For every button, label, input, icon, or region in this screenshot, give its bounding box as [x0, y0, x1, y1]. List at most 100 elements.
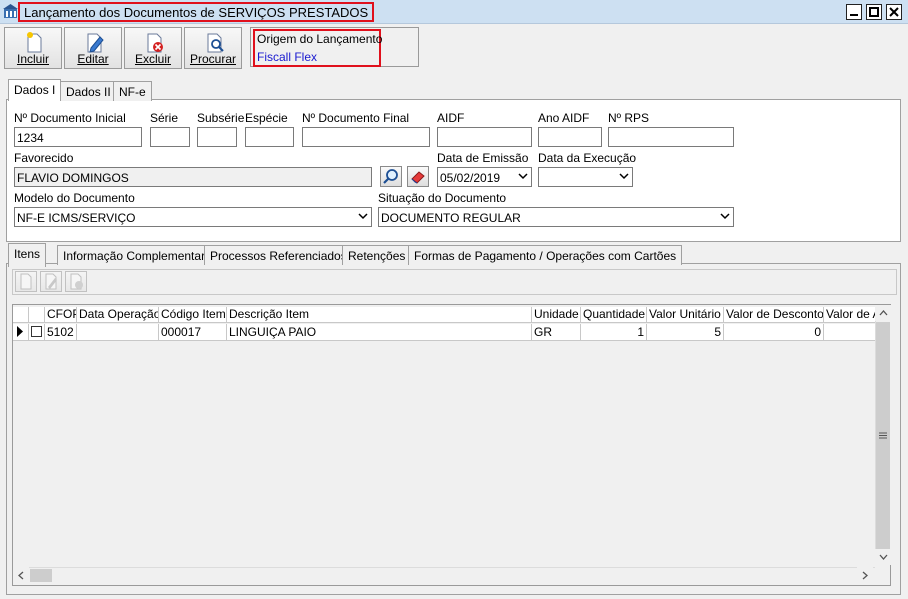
serie-label: Série [150, 111, 179, 125]
table-cell-valor-desconto[interactable]: 0 [724, 324, 824, 341]
dropdown-arrow-icon [358, 213, 368, 220]
aidf-input[interactable] [437, 127, 532, 147]
col-quantidade[interactable]: Quantidade [581, 307, 647, 323]
ano-aidf-input[interactable] [538, 127, 602, 147]
tab-informacao-complementar[interactable]: Informação Complementar [57, 245, 212, 265]
edit-document-icon [87, 33, 104, 53]
eraser-icon [411, 171, 425, 184]
doc-final-label: Nº Documento Final [302, 111, 410, 125]
col-data-operacao[interactable]: Data Operação [77, 307, 159, 323]
vertical-scroll-thumb[interactable] [876, 322, 890, 549]
scroll-down-icon [879, 554, 887, 560]
ano-aidf-label: Ano AIDF [538, 111, 590, 125]
serie-input[interactable] [150, 127, 190, 147]
row-checkbox[interactable] [31, 326, 42, 337]
dropdown-arrow-icon [518, 173, 528, 180]
grid-check-header [29, 307, 45, 323]
tab-dados-i[interactable]: Dados I [8, 79, 62, 101]
situacao-value: DOCUMENTO REGULAR [381, 211, 521, 225]
grid-toolbar [12, 269, 897, 295]
grid-delete-button[interactable] [65, 271, 87, 292]
horizontal-scroll-thumb[interactable] [30, 569, 52, 582]
row-checkbox-cell [29, 324, 45, 341]
data-emissao-label: Data de Emissão [437, 151, 529, 165]
doc-inicial-input[interactable]: 1234 [14, 127, 142, 147]
favorecido-clear-button[interactable] [407, 166, 429, 187]
incluir-label: Incluir [16, 52, 49, 66]
table-cell-data-operacao[interactable] [77, 324, 159, 341]
modelo-select[interactable]: NF-E ICMS/SERVIÇO [14, 207, 372, 227]
especie-label: Espécie [245, 111, 288, 125]
procurar-button[interactable]: Procurar [184, 27, 242, 69]
table-cell-valor-unitario[interactable]: 5 [647, 324, 724, 341]
table-cell-codigo[interactable]: 000017 [159, 324, 227, 341]
scroll-down-button[interactable] [875, 549, 891, 565]
row-indicator [13, 324, 29, 341]
col-valor-a[interactable]: Valor de A [824, 307, 875, 323]
scroll-right-button[interactable] [857, 567, 873, 583]
excluir-button[interactable]: Excluir [124, 27, 182, 69]
procurar-label: Procurar [189, 52, 236, 66]
subserie-label: Subsérie [197, 111, 245, 125]
tab-retencoes[interactable]: Retenções [342, 245, 412, 265]
editar-label: Editar [77, 52, 109, 66]
favorecido-search-button[interactable] [380, 166, 402, 187]
col-cfop[interactable]: CFOP [45, 307, 77, 323]
modelo-label: Modelo do Documento [14, 191, 135, 205]
especie-input[interactable] [245, 127, 294, 147]
minimize-button[interactable] [846, 4, 862, 20]
maximize-button[interactable] [866, 4, 882, 20]
delete-document-icon [70, 273, 83, 290]
data-execucao-label: Data da Execução [538, 151, 637, 165]
scroll-up-button[interactable] [875, 305, 891, 321]
col-unidade[interactable]: Unidade [532, 307, 581, 323]
origem-label: Origem do Lançamento [257, 32, 383, 46]
scroll-right-icon [862, 571, 868, 579]
incluir-button[interactable]: Incluir [4, 27, 62, 69]
table-cell-unidade[interactable]: GR [532, 324, 581, 341]
table-cell-quantidade[interactable]: 1 [581, 324, 647, 341]
rps-input[interactable] [608, 127, 734, 147]
origem-value: Fiscall Flex [257, 50, 318, 64]
table-cell-cfop[interactable]: 5102 [45, 324, 77, 341]
new-document-icon [20, 273, 32, 290]
horizontal-scrollbar[interactable] [13, 567, 875, 584]
editar-button[interactable]: Editar [64, 27, 122, 69]
scroll-left-button[interactable] [13, 567, 29, 583]
tab-itens[interactable]: Itens [8, 243, 47, 267]
close-button[interactable] [886, 4, 902, 20]
table-cell-descricao[interactable]: LINGUIÇA PAIO [227, 324, 532, 341]
table-cell-valor-a[interactable] [824, 324, 875, 341]
favorecido-input[interactable]: FLAVIO DOMINGOS [14, 167, 372, 187]
new-document-icon [27, 32, 42, 53]
search-icon [383, 169, 398, 184]
data-emissao-select[interactable]: 05/02/2019 [437, 167, 532, 187]
col-descricao-item[interactable]: Descrição Item [227, 307, 532, 323]
window-title: Lançamento dos Documentos de SERVIÇOS PR… [18, 2, 375, 22]
items-grid [12, 304, 891, 586]
modelo-value: NF-E ICMS/SERVIÇO [17, 211, 136, 225]
grid-edit-button[interactable] [40, 271, 62, 292]
edit-document-icon [45, 273, 57, 290]
situacao-select[interactable]: DOCUMENTO REGULAR [378, 207, 734, 227]
tab-dados-ii[interactable]: Dados II [60, 81, 117, 101]
col-valor-desconto[interactable]: Valor de Desconto [724, 307, 824, 323]
tab-formas-pagamento[interactable]: Formas de Pagamento / Operações com Cart… [408, 245, 683, 265]
doc-final-input[interactable] [302, 127, 430, 147]
aidf-label: AIDF [437, 111, 465, 125]
col-codigo-item[interactable]: Código Item [159, 307, 227, 323]
dropdown-arrow-icon [619, 173, 629, 180]
tab-nfe[interactable]: NF-e [113, 81, 152, 101]
subserie-input[interactable] [197, 127, 237, 147]
tab-processos-referenciados[interactable]: Processos Referenciados [204, 245, 353, 265]
col-valor-unitario[interactable]: Valor Unitário [647, 307, 724, 323]
data-emissao-value: 05/02/2019 [440, 171, 501, 185]
minimize-icon [850, 14, 858, 16]
doc-inicial-label: Nº Documento Inicial [14, 111, 126, 125]
favorecido-label: Favorecido [14, 151, 74, 165]
grip-icon [879, 432, 887, 439]
data-execucao-select[interactable] [538, 167, 633, 187]
maximize-icon [869, 7, 879, 17]
close-icon [889, 7, 899, 17]
grid-add-button[interactable] [15, 271, 37, 292]
